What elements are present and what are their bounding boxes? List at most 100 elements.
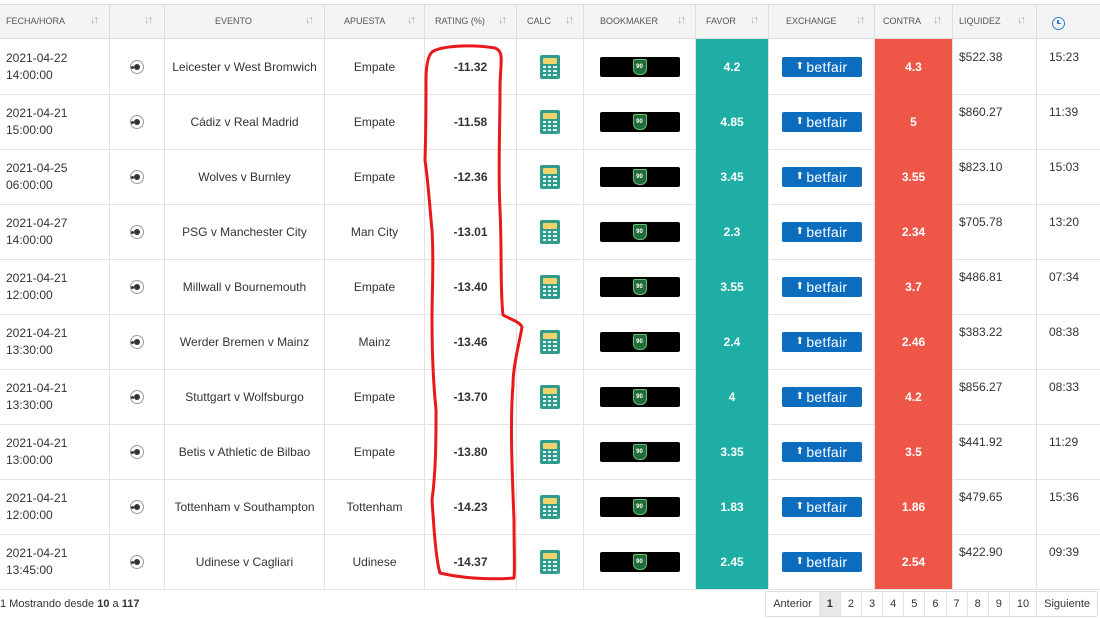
column-header-favor[interactable]: FAVOR ↓↑ [696,5,769,38]
calculator-icon[interactable] [540,384,560,409]
liquidity-cell: $522.38 [953,39,1037,94]
bookmaker-logo[interactable]: 90 [599,166,680,187]
betfair-button[interactable]: ⬆︎ betfair [781,221,862,242]
pagination-page-3[interactable]: 3 [862,592,884,616]
sort-icon[interactable]: ↓↑ [565,14,574,26]
bookmaker-logo[interactable]: 90 [599,111,680,132]
summary-prefix: 1 Mostrando desde [0,598,98,610]
sort-icon[interactable]: ↓↑ [856,14,865,26]
sort-icon[interactable]: ↓↑ [90,14,99,26]
betfair-button[interactable]: ⬆︎ betfair [781,386,862,407]
bookmaker-logo[interactable]: 90 [599,551,680,572]
sport-cell [110,314,165,369]
pagination-page-10[interactable]: 10 [1010,592,1038,616]
exchange-cell: ⬆︎ betfair [769,259,875,314]
liquidity-value: $422.90 [959,545,1003,559]
pagination-prev-button[interactable]: Anterior [766,592,820,616]
column-header-liquidez[interactable]: LIQUIDEZ ↓↑ [953,5,1037,38]
sort-icon[interactable]: ↓↑ [750,14,759,26]
event-name: Leicester v West Bromwich [172,59,317,74]
column-header-exchange[interactable]: EXCHANGE ↓↑ [769,5,875,38]
calculator-icon[interactable] [540,329,560,354]
betfair-button[interactable]: ⬆︎ betfair [781,56,862,77]
favor-odds-cell: 2.4 [696,314,769,369]
sort-icon[interactable]: ↓↑ [144,14,153,26]
betfair-button[interactable]: ⬆︎ betfair [781,111,862,132]
column-header-fecha[interactable]: FECHA/HORA ↓↑ [0,5,110,38]
bet-cell: Empate [325,149,425,204]
betfair-button[interactable]: ⬆︎ betfair [781,331,862,352]
event-cell: Tottenham v Southampton [165,479,325,534]
clock-icon[interactable] [1052,17,1065,30]
column-header-hora[interactable] [1037,5,1100,38]
liquidity-cell: $479.65 [953,479,1037,534]
betfair-button[interactable]: ⬆︎ betfair [781,441,862,462]
liquidity-cell: $860.27 [953,94,1037,149]
pagination-page-5[interactable]: 5 [904,592,926,616]
exchange-label: betfair [806,58,848,75]
calculator-icon[interactable] [540,54,560,79]
column-header-rating[interactable]: RATING (%) ↓↑ [425,5,517,38]
rating-value: -13.40 [453,279,488,294]
pagination-page-4[interactable]: 4 [883,592,905,616]
calculator-icon[interactable] [540,549,560,574]
betfair-button[interactable]: ⬆︎ betfair [781,496,862,517]
betfair-button[interactable]: ⬆︎ betfair [781,166,862,187]
pagination-page-8[interactable]: 8 [968,592,989,616]
calculator-icon[interactable] [540,494,560,519]
pagination-page-7[interactable]: 7 [947,592,968,616]
pagination-page-1[interactable]: 1 [819,592,841,616]
pagination-next-button[interactable]: Siguiente [1037,592,1097,616]
bookmaker-logo[interactable]: 90 [599,496,680,517]
calculator-icon[interactable] [540,274,560,299]
column-header-apuesta[interactable]: APUESTA ↓↑ [325,5,425,38]
rating-cell: -13.70 [425,369,517,424]
bookmaker-logo[interactable]: 90 [599,331,680,352]
bookmaker-shield-icon: 90 [632,223,647,240]
sort-icon[interactable]: ↓↑ [407,14,416,26]
betfair-button[interactable]: ⬆︎ betfair [781,551,862,572]
event-time: 14:00:00 [6,68,53,82]
sort-icon[interactable]: ↓↑ [677,14,686,26]
calc-cell [517,149,584,204]
liquidity-value: $705.78 [959,215,1003,229]
column-header-contra[interactable]: CONTRA ↓↑ [875,5,953,38]
calculator-icon[interactable] [540,109,560,134]
calculator-icon[interactable] [540,164,560,189]
betfair-arrows-icon: ⬆︎ [795,61,805,72]
calc-cell [517,534,584,589]
calc-cell [517,204,584,259]
column-header-calc[interactable]: CALC ↓↑ [517,5,584,38]
exchange-cell: ⬆︎ betfair [769,39,875,94]
pagination-page-2[interactable]: 2 [841,592,862,616]
event-time: 15:00:00 [6,123,53,137]
column-header-icon[interactable]: ↓↑ [110,5,165,38]
bet-selection: Udinese [352,554,397,569]
contra-odds: 2.46 [901,334,926,349]
calculator-icon[interactable] [540,219,560,244]
contra-odds-cell: 2.54 [875,534,953,589]
bookmaker-logo[interactable]: 90 [599,441,680,462]
column-header-evento[interactable]: EVENTO ↓↑ [165,5,325,38]
event-name: Betis v Athletic de Bilbao [178,444,311,459]
betfair-button[interactable]: ⬆︎ betfair [781,276,862,297]
date-time: 2021-04-22 14:00:00 [6,50,67,84]
calc-cell [517,369,584,424]
pagination-page-9[interactable]: 9 [989,592,1010,616]
sort-icon[interactable]: ↓↑ [933,14,942,26]
bookmaker-logo[interactable]: 90 [599,276,680,297]
calculator-icon[interactable] [540,439,560,464]
bookmaker-logo[interactable]: 90 [599,221,680,242]
bookmaker-shield-icon: 90 [632,278,647,295]
column-header-bookmaker[interactable]: BOOKMAKER ↓↑ [584,5,696,38]
pagination-page-6[interactable]: 6 [925,592,947,616]
contra-odds-cell: 5 [875,94,953,149]
sort-icon[interactable]: ↓↑ [1017,14,1026,26]
bookmaker-logo[interactable]: 90 [599,386,680,407]
bookmaker-logo[interactable]: 90 [599,56,680,77]
sort-icon[interactable]: ↓↑ [498,14,507,26]
sort-icon[interactable]: ↓↑ [305,14,314,26]
event-date: 2021-04-21 [6,381,68,395]
contra-odds-cell: 2.34 [875,204,953,259]
sport-cell [110,369,165,424]
